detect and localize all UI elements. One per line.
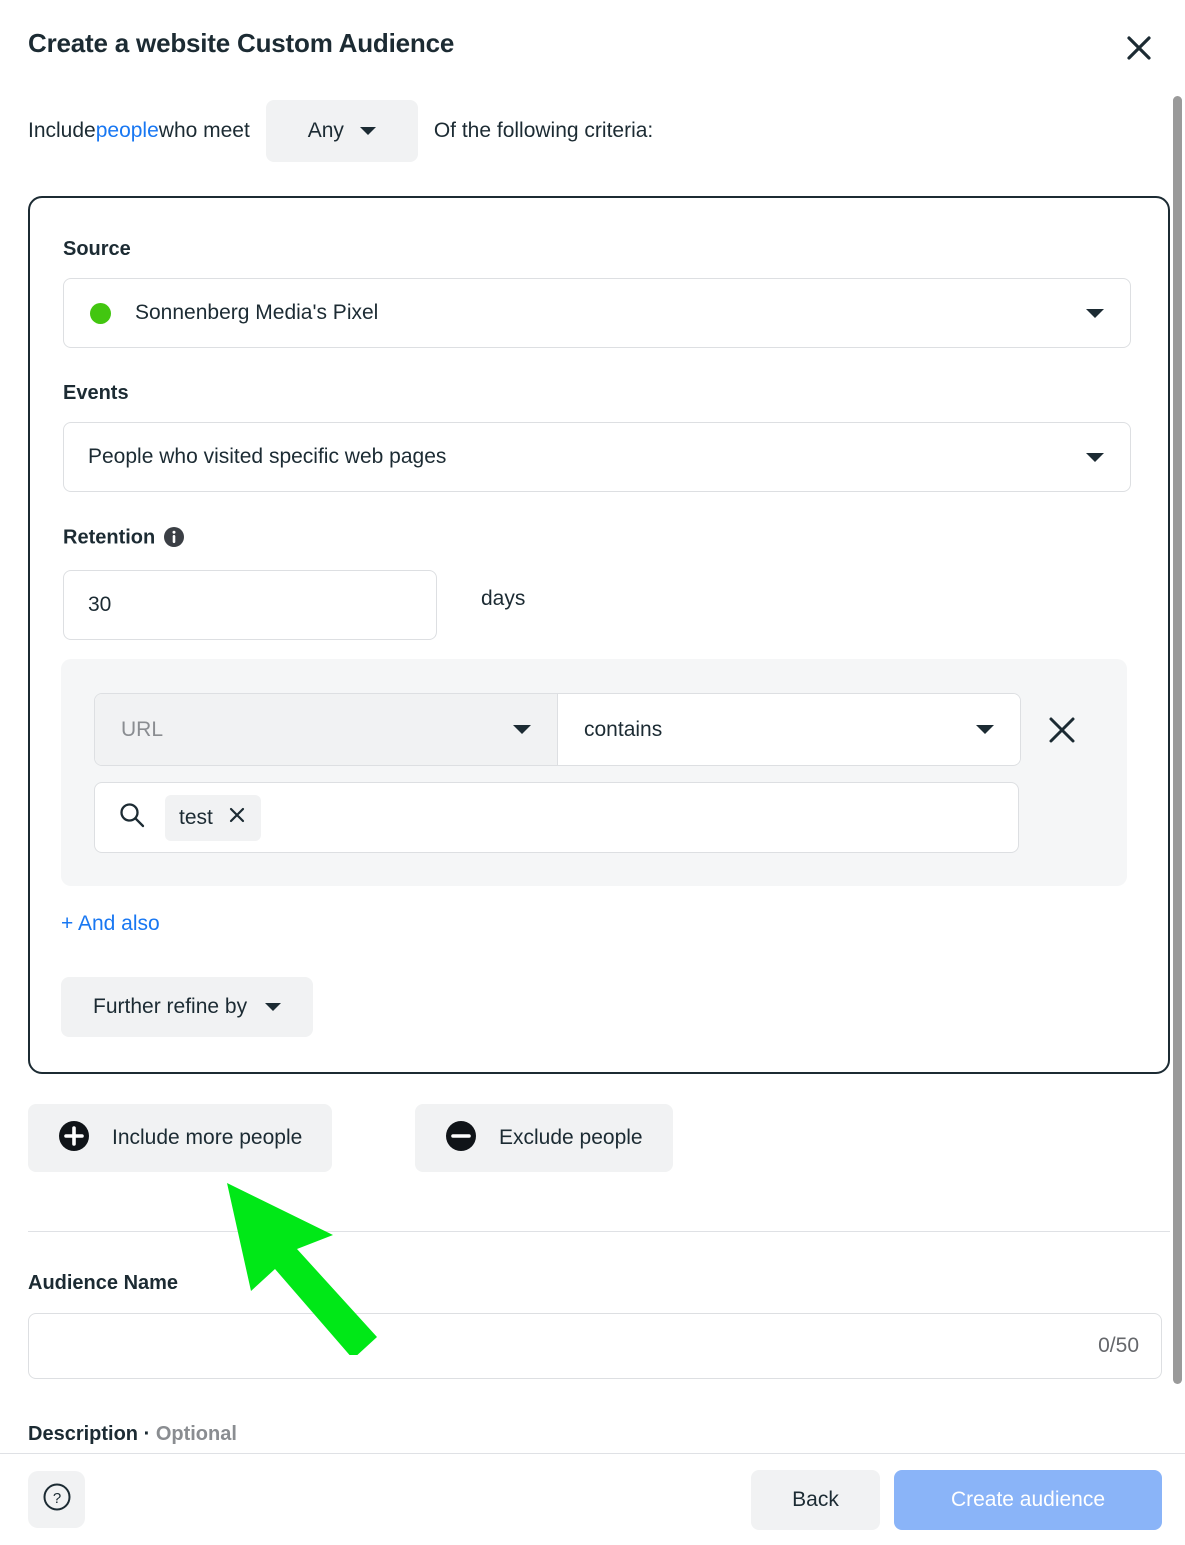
help-button[interactable]: ?	[28, 1471, 85, 1528]
audience-name-label: Audience Name	[28, 1272, 179, 1294]
chevron-down-icon	[976, 725, 994, 734]
further-refine-label: Further refine by	[93, 995, 248, 1018]
people-link[interactable]: people	[96, 119, 159, 143]
description-label: Description · Optional	[28, 1423, 237, 1446]
chevron-down-icon	[265, 1003, 282, 1011]
minus-circle-icon	[445, 1120, 477, 1157]
further-refine-dropdown[interactable]: Further refine by	[61, 977, 314, 1037]
back-button[interactable]: Back	[751, 1470, 880, 1530]
criteria-prefix: Include	[28, 119, 96, 142]
pixel-status-dot	[90, 302, 111, 324]
rule-field-dropdown[interactable]: URL	[95, 694, 558, 765]
chevron-down-icon	[1086, 452, 1104, 462]
question-circle-icon: ?	[42, 1482, 72, 1517]
section-divider	[28, 1231, 1170, 1232]
dialog-footer: ? Back Create audience	[0, 1453, 1185, 1545]
include-more-people-label: Include more people	[112, 1126, 303, 1149]
source-value: Sonnenberg Media's Pixel	[135, 301, 379, 324]
exclude-people-button[interactable]: Exclude people	[415, 1104, 673, 1172]
events-value: People who visited specific web pages	[88, 445, 447, 468]
rule-field-value: URL	[121, 717, 164, 741]
plus-circle-icon	[58, 1120, 90, 1157]
criteria-card: Source Sonnenberg Media's Pixel Events P…	[28, 196, 1170, 1074]
criteria-middle: who meet	[158, 119, 250, 142]
page-title: Create a website Custom Audience	[28, 28, 455, 58]
remove-chip-icon[interactable]	[227, 805, 247, 830]
create-audience-button[interactable]: Create audience	[894, 1470, 1162, 1530]
criteria-line: Include people who meet Any Of the follo…	[28, 100, 654, 162]
retention-unit-label: days	[481, 587, 526, 610]
scrollbar-thumb[interactable]	[1173, 96, 1182, 1384]
and-also-link[interactable]: + And also	[61, 912, 160, 936]
retention-days-input[interactable]: 30	[63, 570, 437, 640]
rule-operator-dropdown[interactable]: contains	[558, 694, 1020, 765]
audience-name-counter: 0/50	[1098, 1334, 1139, 1357]
info-icon[interactable]	[163, 526, 185, 548]
source-label: Source	[63, 238, 131, 260]
scrollbar-track[interactable]	[1171, 88, 1185, 1453]
events-label: Events	[63, 382, 129, 404]
rule-panel: URL contains test	[61, 659, 1127, 886]
create-audience-label: Create audience	[950, 1488, 1106, 1511]
match-type-dropdown[interactable]: Any	[265, 100, 418, 162]
description-optional-text: Optional	[155, 1423, 237, 1445]
back-button-label: Back	[792, 1488, 839, 1511]
rule-operator-value: contains	[584, 717, 663, 741]
audience-name-input[interactable]: 0/50	[28, 1313, 1162, 1379]
rule-combo: URL contains	[94, 693, 1021, 766]
chevron-down-icon	[513, 725, 531, 734]
value-chip[interactable]: test	[165, 794, 261, 841]
dialog-header: Create a website Custom Audience	[0, 0, 1185, 88]
retention-label: Retention	[63, 526, 185, 550]
svg-text:?: ?	[52, 1490, 60, 1507]
retention-label-text: Retention	[63, 526, 156, 549]
retention-days-value: 30	[88, 593, 112, 616]
value-chip-label: test	[179, 805, 213, 829]
description-separator: ·	[138, 1423, 156, 1445]
events-dropdown[interactable]: People who visited specific web pages	[63, 422, 1131, 492]
create-custom-audience-dialog: Create a website Custom Audience Include…	[0, 0, 1185, 1545]
description-label-text: Description	[28, 1423, 139, 1445]
match-type-value: Any	[307, 119, 344, 142]
chevron-down-icon	[359, 127, 376, 135]
close-icon[interactable]	[1117, 26, 1161, 70]
exclude-people-label: Exclude people	[499, 1126, 643, 1149]
chevron-down-icon	[1086, 308, 1104, 318]
remove-rule-icon[interactable]	[1045, 713, 1079, 747]
include-more-people-button[interactable]: Include more people	[28, 1104, 333, 1172]
search-icon	[117, 800, 147, 835]
criteria-suffix: Of the following criteria:	[433, 119, 654, 142]
source-dropdown[interactable]: Sonnenberg Media's Pixel	[63, 278, 1131, 348]
rule-row: URL contains	[94, 693, 1079, 766]
rule-value-search-input[interactable]: test	[94, 782, 1019, 853]
